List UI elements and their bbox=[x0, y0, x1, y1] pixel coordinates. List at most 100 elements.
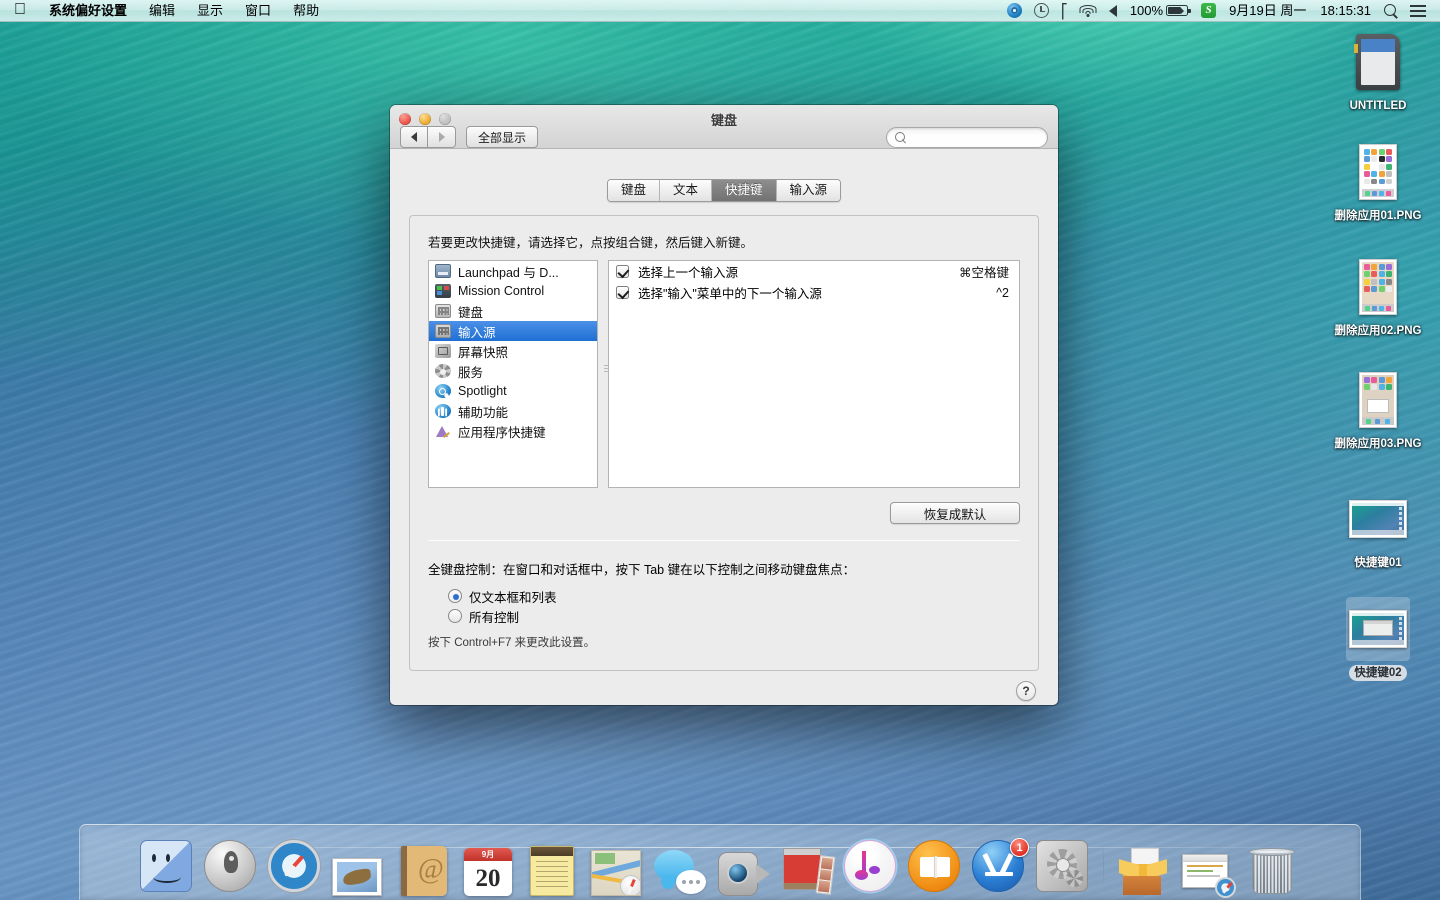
show-all-label: 全部显示 bbox=[478, 130, 527, 145]
category-item-input-sources[interactable]: 输入源 bbox=[429, 321, 597, 341]
desktop-icon-png-03[interactable]: 删除应用03.PNG bbox=[1323, 368, 1433, 452]
shortcut-checkbox[interactable] bbox=[616, 265, 629, 278]
menu-bar-clock[interactable]: 18:15:31 bbox=[1313, 0, 1378, 22]
menu-bar:  系统偏好设置 编辑 显示 窗口 帮助 ⎡ 100% S 9月19日 周一 1… bbox=[0, 0, 1440, 22]
menu-bar-date[interactable]: 9月19日 周一 bbox=[1222, 0, 1313, 22]
search-icon bbox=[895, 131, 906, 143]
restore-defaults-row: 恢复成默认 bbox=[428, 502, 1020, 524]
tab-text[interactable]: 文本 bbox=[658, 180, 711, 201]
shortcut-checkbox[interactable] bbox=[616, 286, 629, 299]
dock-divider bbox=[1097, 838, 1111, 896]
shortcut-row[interactable]: 选择上一个输入源 ⌘空格键 bbox=[609, 261, 1019, 282]
full-keyboard-access-title: 全键盘控制：在窗口和对话框中，按下 Tab 键在以下控制之间移动键盘焦点： bbox=[428, 563, 856, 577]
category-label: Launchpad 与 D... bbox=[458, 265, 559, 280]
category-label: 屏幕快照 bbox=[458, 345, 509, 360]
app-shortcuts-icon bbox=[435, 424, 451, 438]
category-item-spotlight[interactable]: Spotlight bbox=[429, 381, 597, 401]
spotlight-icon[interactable] bbox=[1378, 3, 1404, 18]
shortcut-list[interactable]: 选择上一个输入源 ⌘空格键 选择"输入"菜单中的下一个输入源 ^2 bbox=[608, 260, 1020, 488]
dock-item-facetime[interactable] bbox=[713, 834, 775, 896]
shortcut-row[interactable]: 选择"输入"菜单中的下一个输入源 ^2 bbox=[609, 282, 1019, 303]
category-list[interactable]: Launchpad 与 D... Mission Control 键盘 输入源 bbox=[428, 260, 598, 488]
dock-item-system-preferences[interactable] bbox=[1033, 834, 1095, 896]
search-input[interactable] bbox=[911, 131, 1039, 143]
radio-button[interactable] bbox=[448, 589, 462, 603]
category-item-mission-control[interactable]: Mission Control bbox=[429, 281, 597, 301]
menu-item-window[interactable]: 窗口 bbox=[234, 0, 282, 22]
input-source-icon bbox=[435, 324, 451, 338]
time-machine-icon[interactable] bbox=[1028, 3, 1055, 18]
dock-item-downloads[interactable] bbox=[1113, 834, 1175, 896]
dock-item-ibooks[interactable] bbox=[905, 834, 967, 896]
png-thumbnail-icon bbox=[1346, 368, 1410, 432]
menu-item-system-preferences[interactable]: 系统偏好设置 bbox=[38, 0, 138, 22]
category-item-services[interactable]: 服务 bbox=[429, 361, 597, 381]
apple-logo-icon[interactable]:  bbox=[0, 1, 38, 18]
calendar-day: 20 bbox=[475, 865, 501, 892]
dock-item-itunes[interactable] bbox=[841, 834, 903, 896]
category-item-screenshots[interactable]: 屏幕快照 bbox=[429, 341, 597, 361]
desktop-icon-shortcut-02[interactable]: 快捷键02 bbox=[1323, 597, 1433, 681]
category-item-launchpad-dock[interactable]: Launchpad 与 D... bbox=[429, 261, 597, 281]
notification-center-icon[interactable] bbox=[1404, 4, 1432, 17]
restore-defaults-button[interactable]: 恢复成默认 bbox=[890, 502, 1020, 524]
downloads-stack-icon bbox=[1116, 840, 1172, 896]
wifi-icon[interactable] bbox=[1074, 4, 1103, 17]
split-divider-handle[interactable] bbox=[603, 356, 610, 380]
battery-status[interactable]: 100% bbox=[1123, 0, 1195, 22]
radio-label: 所有控制 bbox=[469, 610, 520, 625]
dock-item-documents[interactable] bbox=[1177, 834, 1239, 898]
shortcut-name: 选择上一个输入源 bbox=[638, 266, 739, 280]
dock-item-app-store[interactable]: 1 bbox=[969, 834, 1031, 896]
window-body: 键盘 文本 快捷键 输入源 若要更改快捷键，请选择它，点按组合键，然后键入新键。… bbox=[390, 179, 1058, 705]
menu-item-edit[interactable]: 编辑 bbox=[138, 0, 186, 22]
dock-item-finder[interactable] bbox=[137, 834, 199, 896]
tab-shortcuts[interactable]: 快捷键 bbox=[711, 180, 776, 201]
keyboard-preferences-window[interactable]: 键盘 全部显示 键盘 文本 快捷键 输入源 若要更改快捷键，请选择它，点按组合键… bbox=[390, 105, 1058, 705]
window-title-bar[interactable]: 键盘 全部显示 bbox=[390, 105, 1058, 149]
dock-item-photo-booth[interactable] bbox=[777, 834, 839, 896]
bluetooth-icon[interactable]: ⎡ bbox=[1055, 4, 1074, 18]
menu-item-help[interactable]: 帮助 bbox=[282, 0, 330, 22]
back-button[interactable] bbox=[400, 126, 428, 148]
desktop-icon-png-01[interactable]: 删除应用01.PNG bbox=[1323, 140, 1433, 224]
radio-button[interactable] bbox=[448, 609, 462, 623]
tab-input-sources[interactable]: 输入源 bbox=[775, 180, 841, 201]
desktop-icon-untitled[interactable]: UNTITLED bbox=[1323, 30, 1433, 114]
desktop-icon-png-02[interactable]: 删除应用02.PNG bbox=[1323, 255, 1433, 339]
dock-item-contacts[interactable] bbox=[393, 834, 455, 896]
radio-all-controls[interactable]: 所有控制 bbox=[448, 606, 1020, 626]
dock-item-maps[interactable] bbox=[585, 834, 647, 896]
spotlight-icon bbox=[435, 384, 451, 398]
full-keyboard-access-options: 仅文本框和列表 所有控制 bbox=[448, 586, 1020, 626]
category-item-accessibility[interactable]: 辅助功能 bbox=[429, 401, 597, 421]
dock-item-trash[interactable] bbox=[1241, 834, 1303, 896]
png-thumbnail-icon bbox=[1346, 140, 1410, 204]
category-item-app-shortcuts[interactable]: 应用程序快捷键 bbox=[429, 421, 597, 441]
category-item-keyboard[interactable]: 键盘 bbox=[429, 301, 597, 321]
documents-stack-icon bbox=[1180, 840, 1236, 898]
radio-text-boxes-and-lists[interactable]: 仅文本框和列表 bbox=[448, 586, 1020, 606]
dock-item-messages[interactable] bbox=[649, 834, 711, 896]
dock-item-notes[interactable] bbox=[521, 834, 583, 896]
dock-item-calendar[interactable]: 9月 20 bbox=[457, 834, 519, 896]
shortcut-key[interactable]: ^2 bbox=[986, 286, 1009, 300]
search-field[interactable] bbox=[886, 126, 1048, 148]
volume-icon[interactable] bbox=[1103, 4, 1123, 17]
input-method-icon[interactable]: S bbox=[1195, 3, 1222, 18]
calendar-icon: 9月 20 bbox=[460, 840, 516, 896]
dock-item-launchpad[interactable] bbox=[201, 834, 263, 896]
desktop-icon-label: 删除应用02.PNG bbox=[1334, 325, 1422, 337]
show-all-button[interactable]: 全部显示 bbox=[466, 126, 539, 148]
shortcut-key[interactable]: ⌘空格键 bbox=[949, 262, 1009, 281]
help-label: ? bbox=[1022, 684, 1030, 698]
finder-icon bbox=[140, 840, 196, 896]
desktop-icon-shortcut-01[interactable]: 快捷键01 bbox=[1323, 487, 1433, 571]
help-button[interactable]: ? bbox=[1016, 681, 1036, 701]
dock-item-safari[interactable] bbox=[265, 834, 327, 896]
forward-button[interactable] bbox=[428, 126, 456, 148]
menu-item-view[interactable]: 显示 bbox=[186, 0, 234, 22]
sync-icon[interactable] bbox=[1001, 3, 1028, 18]
tab-keyboard[interactable]: 键盘 bbox=[607, 180, 659, 201]
dock-item-mail[interactable] bbox=[329, 834, 391, 896]
